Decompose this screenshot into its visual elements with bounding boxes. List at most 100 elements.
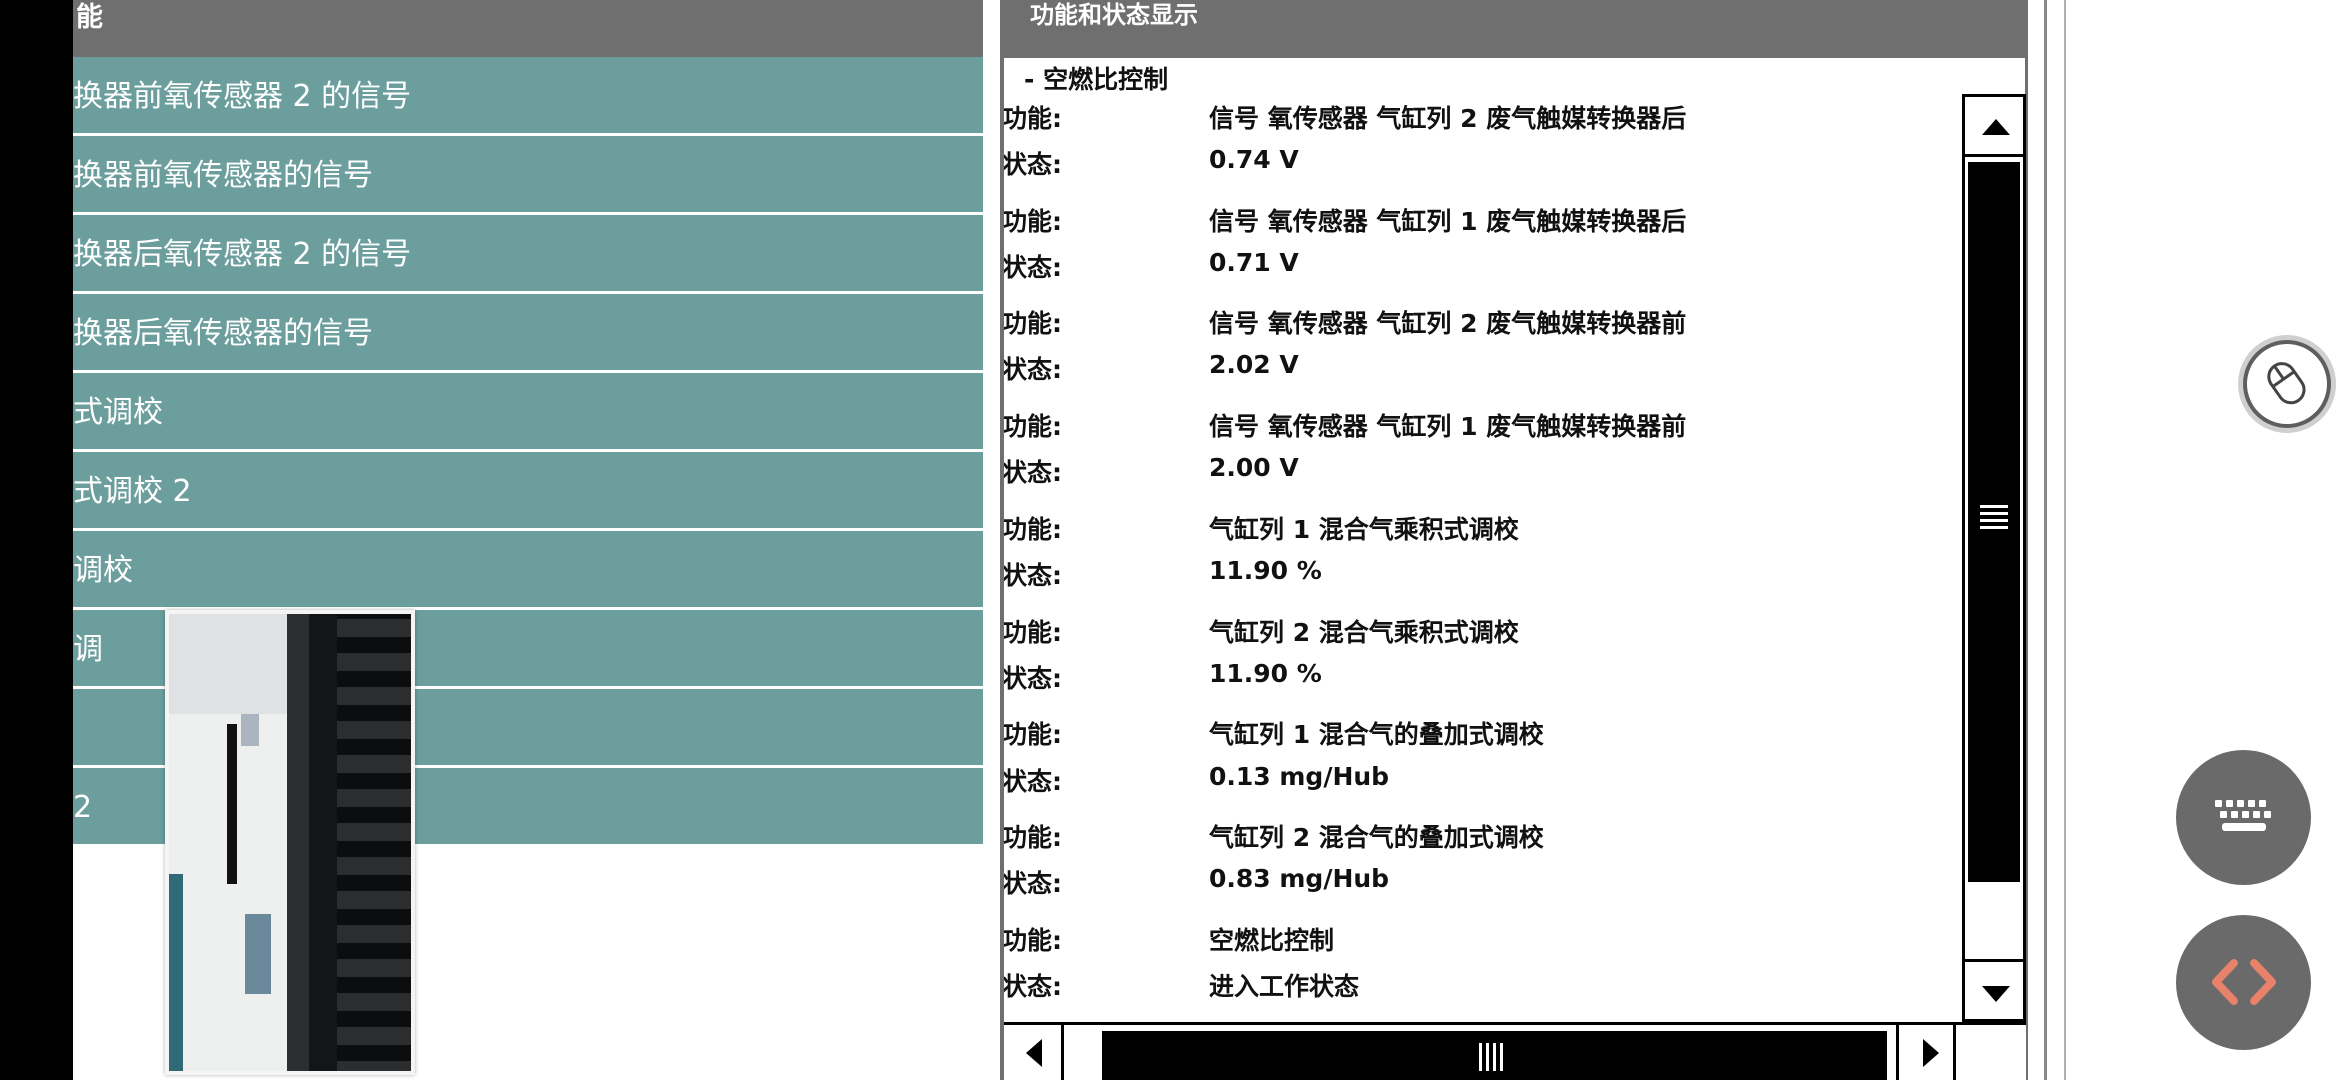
mouse-mode-button[interactable]	[2238, 335, 2336, 433]
scroll-right-button[interactable]	[1896, 1025, 1956, 1080]
grip-line	[1980, 512, 2008, 515]
row-value: 气缸列 2 混合气乘积式调校	[1209, 618, 1519, 647]
preview-paper-shade	[169, 614, 287, 714]
camera-preview-thumbnail[interactable]	[165, 610, 415, 1075]
function-row: 功能: 气缸列 1 混合气的叠加式调校	[1004, 715, 1964, 755]
list-item-label: 式调校	[73, 395, 163, 430]
code-icon	[2212, 959, 2276, 1005]
row-label: 状态:	[1004, 561, 1062, 590]
function-row: 功能: 信号 氧传感器 气缸列 1 废气触媒转换器前	[1004, 407, 1964, 447]
list-item[interactable]: 式调校 2	[73, 452, 983, 531]
status-row: 状态: 0.83 mg/Hub	[1004, 864, 1964, 904]
window-border-line	[2064, 0, 2066, 1080]
row-value: 空燃比控制	[1209, 926, 1335, 955]
row-value: 进入工作状态	[1209, 972, 1360, 1001]
row-label: 功能:	[1004, 515, 1062, 544]
arrow-down-icon	[1982, 986, 2010, 1002]
list-item[interactable]: 换器前氧传感器 2 的信号	[73, 57, 983, 136]
code-toggle-button[interactable]	[2176, 915, 2311, 1050]
row-label: 功能:	[1004, 823, 1062, 852]
arrow-up-icon	[1982, 119, 2010, 135]
status-row: 状态: 11.90 %	[1004, 659, 1964, 699]
row-label: 状态:	[1004, 972, 1062, 1001]
scroll-down-button[interactable]	[1965, 959, 2023, 1019]
row-label: 功能:	[1004, 309, 1062, 338]
arrow-right-icon	[1923, 1039, 1939, 1067]
status-row: 状态: 进入工作状态	[1004, 967, 1964, 1007]
list-item-label: 换器后氧传感器 2 的信号	[73, 237, 412, 272]
function-row: 功能: 气缸列 1 混合气乘积式调校	[1004, 510, 1964, 550]
function-row: 功能: 信号 氧传感器 气缸列 1 废气触媒转换器后	[1004, 202, 1964, 242]
status-content: 功能: 信号 氧传感器 气缸列 2 废气触媒转换器后 状态: 0.74 V 功能: 信…	[1004, 95, 1964, 1025]
function-list-panel: 能 换器前氧传感器 2 的信号 换器前氧传感器的信号 换器后氧传感器 2 的信号…	[73, 0, 983, 1080]
list-item[interactable]: 调校	[73, 531, 983, 610]
row-value: 11.90 %	[1209, 556, 1322, 585]
list-item[interactable]: 换器后氧传感器 2 的信号	[73, 215, 983, 294]
list-item-label: 换器前氧传感器的信号	[73, 158, 373, 193]
grip-line	[1479, 1043, 1482, 1071]
row-value: 信号 氧传感器 气缸列 2 废气触媒转换器前	[1209, 309, 1687, 338]
left-black-bar	[0, 0, 73, 1080]
status-row: 状态: 0.74 V	[1004, 145, 1964, 185]
function-row: 功能: 信号 氧传感器 气缸列 2 废气触媒转换器前	[1004, 304, 1964, 344]
row-value: 11.90 %	[1209, 659, 1322, 688]
scroll-left-button[interactable]	[1004, 1025, 1064, 1080]
row-label: 状态:	[1004, 767, 1062, 796]
group-title: - 空燃比控制	[1024, 65, 1169, 94]
keyboard-button[interactable]	[2176, 750, 2311, 885]
row-value: 信号 氧传感器 气缸列 1 废气触媒转换器前	[1209, 412, 1687, 441]
row-value: 2.02 V	[1209, 350, 1299, 379]
status-row: 状态: 2.02 V	[1004, 350, 1964, 390]
grip-line	[1500, 1043, 1503, 1071]
vertical-scrollbar[interactable]	[1962, 94, 2026, 1022]
row-label: 状态:	[1004, 869, 1062, 898]
row-value: 气缸列 1 混合气的叠加式调校	[1209, 720, 1544, 749]
row-label: 功能:	[1004, 207, 1062, 236]
mouse-icon	[2247, 344, 2327, 424]
row-label: 功能:	[1004, 104, 1062, 133]
grip-line	[1493, 1043, 1496, 1071]
list-item[interactable]: 换器前氧传感器的信号	[73, 136, 983, 215]
grip-line	[1980, 519, 2008, 522]
row-label: 功能:	[1004, 720, 1062, 749]
row-value: 0.71 V	[1209, 248, 1299, 277]
list-item-label: 式调校 2	[73, 474, 192, 509]
row-label: 状态:	[1004, 355, 1062, 384]
function-row: 功能: 信号 氧传感器 气缸列 2 废气触媒转换器后	[1004, 99, 1964, 139]
grip-line	[1980, 526, 2008, 529]
function-row: 功能: 气缸列 2 混合气乘积式调校	[1004, 613, 1964, 653]
preview-paper-box	[241, 714, 259, 746]
vertical-scroll-thumb[interactable]	[1968, 162, 2020, 882]
list-item[interactable]: 式调校	[73, 373, 983, 452]
row-value: 信号 氧传感器 气缸列 1 废气触媒转换器后	[1209, 207, 1687, 236]
keyboard-icon	[2215, 800, 2271, 831]
row-value: 气缸列 2 混合气的叠加式调校	[1209, 823, 1544, 852]
horizontal-scrollbar[interactable]	[1004, 1022, 2026, 1080]
list-item[interactable]: 换器后氧传感器的信号	[73, 294, 983, 373]
row-value: 2.00 V	[1209, 453, 1299, 482]
preview-keyboard-area	[287, 614, 411, 1071]
row-label: 状态:	[1004, 458, 1062, 487]
grip-line	[1486, 1043, 1489, 1071]
function-list-header: 能	[73, 0, 983, 57]
row-label: 功能:	[1004, 618, 1062, 647]
status-row: 状态: 2.00 V	[1004, 453, 1964, 493]
function-row: 功能: 空燃比控制	[1004, 921, 1964, 961]
preview-paper-teal	[169, 874, 183, 1071]
grip-line	[1980, 505, 2008, 508]
arrow-left-icon	[1026, 1039, 1042, 1067]
list-item-label: 调校	[73, 553, 133, 588]
scroll-up-button[interactable]	[1965, 97, 2023, 157]
status-row: 状态: 0.71 V	[1004, 248, 1964, 288]
preview-keyboard-edge	[287, 614, 309, 1071]
row-value: 信号 氧传感器 气缸列 2 废气触媒转换器后	[1209, 104, 1687, 133]
row-label: 状态:	[1004, 664, 1062, 693]
status-row: 状态: 0.13 mg/Hub	[1004, 762, 1964, 802]
status-display-panel: 功能和状态显示 - 空燃比控制 功能: 信号 氧传感器 气缸列 2 废气触媒转换器…	[1000, 0, 2028, 1080]
row-label: 功能:	[1004, 926, 1062, 955]
window-border-line	[2044, 0, 2047, 1080]
list-item-label: 调	[73, 632, 103, 667]
horizontal-scroll-thumb[interactable]	[1102, 1031, 1887, 1080]
row-value: 0.83 mg/Hub	[1209, 864, 1390, 893]
row-label: 状态:	[1004, 150, 1062, 179]
